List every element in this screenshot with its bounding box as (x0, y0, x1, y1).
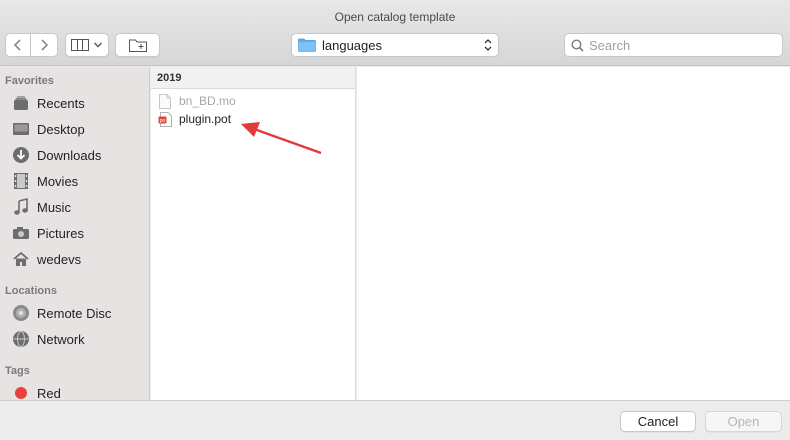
sidebar-item-recents[interactable]: Recents (10, 92, 145, 114)
sidebar-item-music[interactable]: Music (10, 196, 145, 218)
music-icon (10, 198, 32, 216)
folder-icon (298, 38, 316, 52)
location-label: languages (322, 37, 382, 53)
file-name: plugin.pot (179, 112, 232, 126)
sidebar-item-desktop[interactable]: Desktop (10, 118, 145, 140)
sidebar-item-label: Red (37, 385, 61, 401)
sidebar-item-label: Music (37, 199, 71, 215)
network-icon (10, 330, 32, 348)
view-mode-button[interactable] (65, 33, 109, 57)
recents-icon (10, 94, 32, 112)
sidebar-item-downloads[interactable]: Downloads (10, 144, 145, 166)
favorites-heading: Favorites (5, 75, 54, 87)
tags-heading: Tags (5, 365, 30, 377)
preview-pane (357, 67, 790, 400)
sidebar-item-label: Downloads (37, 147, 102, 163)
file-item-plugin-pot[interactable]: po plugin.pot (157, 110, 231, 128)
history-navigation (5, 33, 58, 57)
open-button[interactable]: Open (705, 411, 782, 432)
location-popup[interactable]: languages (291, 33, 499, 57)
search-field[interactable]: Search (564, 33, 783, 57)
sidebar-item-pictures[interactable]: Pictures (10, 222, 145, 244)
pot-file-icon: po (157, 111, 173, 127)
file-item-bn-bd-mo: bn_BD.mo (157, 92, 236, 110)
sidebar-item-label: Pictures (37, 225, 84, 241)
updown-arrows-icon (484, 39, 492, 51)
desktop-icon (10, 120, 32, 138)
column-header: 2019 (151, 67, 355, 89)
disc-icon (10, 304, 32, 322)
sidebar-item-label: Desktop (37, 121, 85, 137)
sidebar-item-label: wedevs (37, 251, 82, 267)
search-icon (571, 38, 584, 52)
chevron-right-icon (41, 39, 49, 51)
movies-icon (10, 172, 32, 190)
home-icon (10, 250, 32, 268)
pictures-icon (10, 224, 32, 242)
downloads-icon (10, 146, 32, 164)
sidebar-item-label: Recents (37, 95, 85, 111)
document-icon (157, 93, 173, 109)
annotation-arrow-icon (241, 122, 322, 155)
new-folder-icon (128, 39, 147, 52)
forward-button[interactable] (31, 33, 58, 57)
back-button[interactable] (5, 33, 31, 57)
chevron-down-icon (94, 42, 102, 48)
sidebar-item-network[interactable]: Network (10, 328, 145, 350)
sidebar: Favorites Recents Desktop Downloads Movi… (0, 67, 150, 401)
sidebar-item-label: Remote Disc (37, 305, 112, 321)
svg-text:po: po (160, 118, 166, 124)
sidebar-item-wedevs[interactable]: wedevs (10, 248, 145, 270)
sidebar-item-label: Movies (37, 173, 79, 189)
window-title: Open catalog template (334, 10, 456, 24)
search-placeholder: Search (589, 37, 631, 53)
chevron-left-icon (13, 39, 21, 51)
new-folder-button[interactable] (115, 33, 160, 57)
file-name: bn_BD.mo (179, 94, 236, 108)
cancel-button[interactable]: Cancel (620, 411, 696, 432)
column-view-icon (71, 39, 89, 51)
sidebar-item-movies[interactable]: Movies (10, 170, 145, 192)
sidebar-item-remote-disc[interactable]: Remote Disc (10, 302, 145, 324)
sidebar-item-label: Network (37, 331, 85, 347)
locations-heading: Locations (5, 285, 57, 297)
